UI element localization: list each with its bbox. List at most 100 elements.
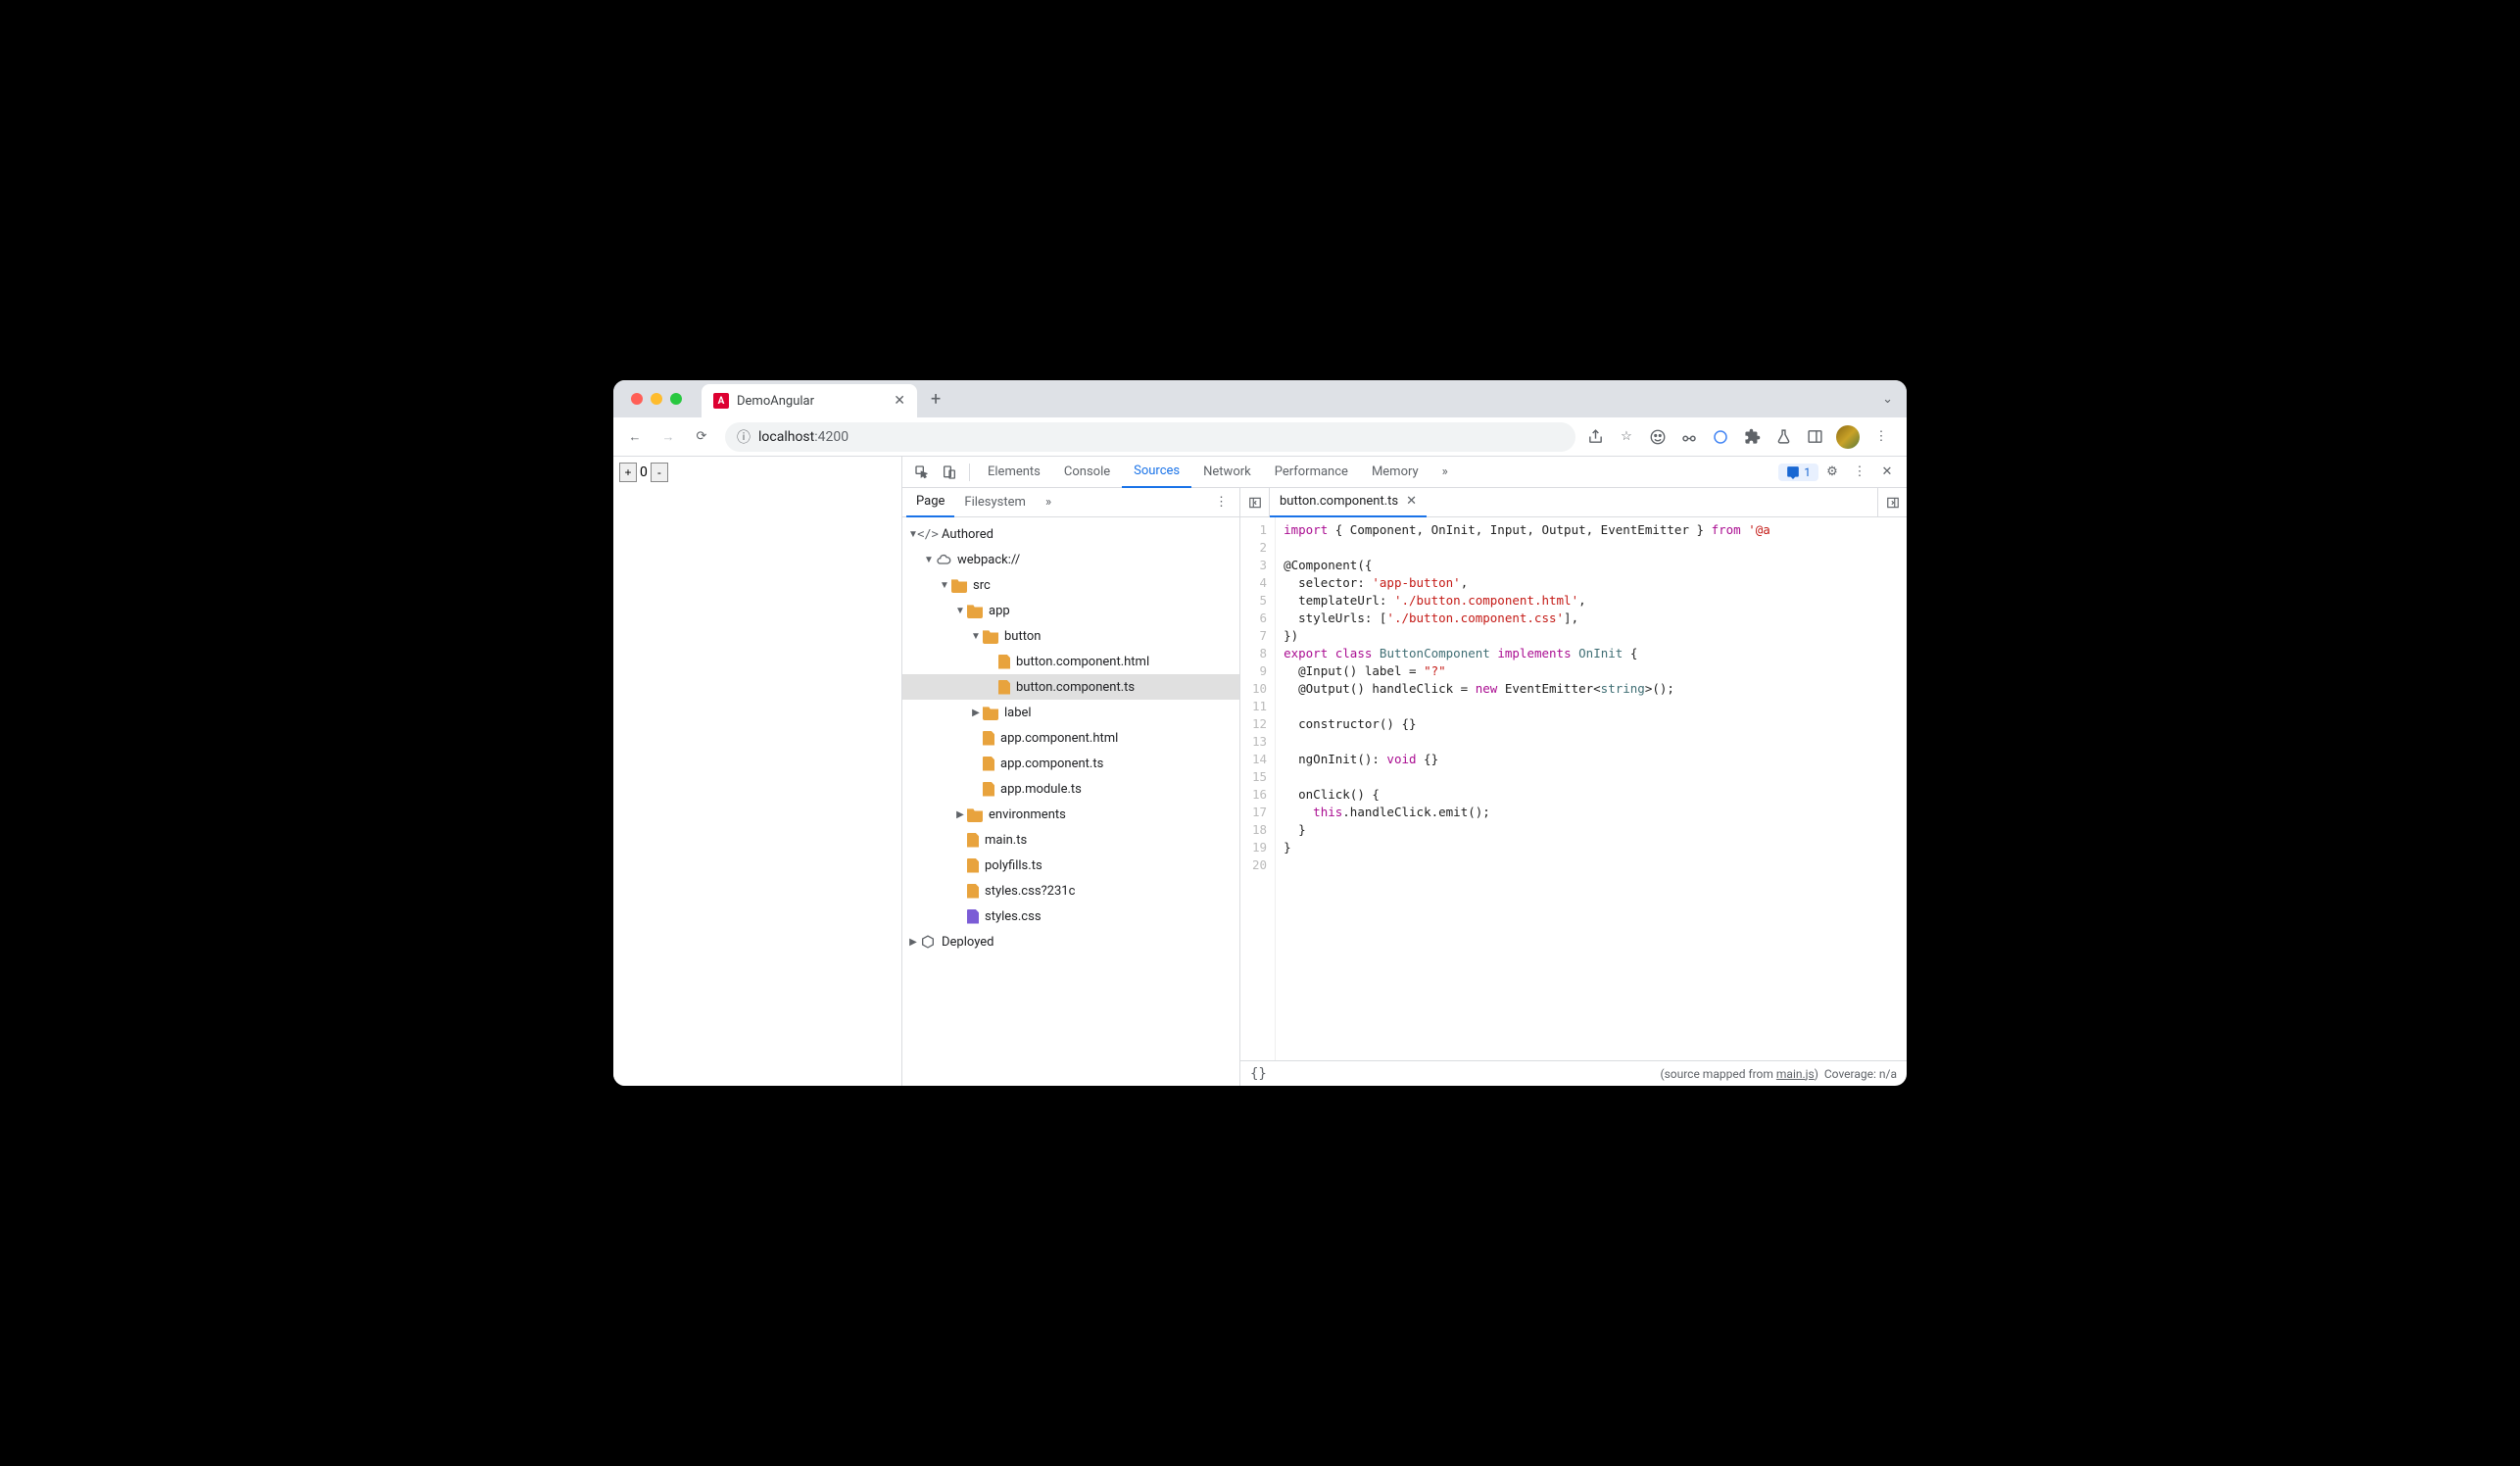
extension-glasses-icon[interactable] — [1679, 427, 1699, 447]
file-icon — [967, 884, 979, 899]
titlebar: A DemoAngular ✕ + ⌄ — [613, 380, 1907, 417]
url-input[interactable]: ⓘ localhost:4200 — [725, 422, 1575, 452]
issues-count: 1 — [1804, 465, 1811, 479]
browser-window: A DemoAngular ✕ + ⌄ ← → ⟳ ⓘ localhost:42… — [613, 380, 1907, 1086]
minimize-window-icon[interactable] — [651, 393, 662, 405]
tab-memory[interactable]: Memory — [1360, 457, 1430, 488]
tabs-dropdown-icon[interactable]: ⌄ — [1882, 392, 1893, 407]
extension-webhint-icon[interactable] — [1711, 427, 1730, 447]
file-icon — [983, 782, 994, 797]
back-button[interactable]: ← — [621, 423, 649, 451]
inspect-element-icon[interactable] — [908, 464, 936, 480]
tabs-overflow-icon[interactable]: » — [1430, 457, 1460, 488]
tree-polyfills[interactable]: polyfills.ts — [902, 853, 1239, 878]
increment-button[interactable]: + — [619, 463, 637, 482]
close-editor-tab-icon[interactable]: ✕ — [1406, 494, 1417, 509]
navigator-overflow-icon[interactable]: » — [1040, 495, 1057, 510]
file-icon — [967, 833, 979, 848]
close-tab-icon[interactable]: ✕ — [894, 393, 905, 409]
devtools-menu-icon[interactable]: ⋮ — [1846, 464, 1873, 479]
settings-icon[interactable]: ⚙ — [1818, 464, 1846, 479]
tree-button-ts[interactable]: button.component.ts — [902, 674, 1239, 700]
profile-avatar[interactable] — [1836, 425, 1860, 449]
navigator-tab-filesystem[interactable]: Filesystem — [954, 488, 1036, 517]
url-text: localhost:4200 — [758, 429, 848, 445]
code-editor[interactable]: 1234567891011121314151617181920 import {… — [1240, 517, 1907, 1060]
rendered-page: + 0 - — [613, 457, 902, 1086]
share-icon[interactable] — [1585, 427, 1605, 447]
bookmark-icon[interactable]: ☆ — [1617, 427, 1636, 447]
tree-button-html[interactable]: button.component.html — [902, 649, 1239, 674]
tree-styles[interactable]: styles.css — [902, 904, 1239, 929]
extension-incognito-icon[interactable] — [1648, 427, 1668, 447]
toggle-navigator-icon[interactable] — [1240, 488, 1270, 516]
editor-tab[interactable]: button.component.ts ✕ — [1270, 488, 1427, 517]
tree-deployed[interactable]: ▶Deployed — [902, 929, 1239, 954]
coverage-label: Coverage: n/a — [1824, 1067, 1897, 1081]
counter-value: 0 — [639, 464, 649, 480]
decrement-button[interactable]: - — [651, 463, 668, 482]
tab-performance[interactable]: Performance — [1263, 457, 1360, 488]
folder-icon — [983, 705, 998, 720]
file-icon — [967, 858, 979, 873]
tree-src[interactable]: ▼src — [902, 572, 1239, 598]
file-icon — [998, 680, 1010, 695]
file-icon — [967, 909, 979, 924]
device-toolbar-icon[interactable] — [936, 464, 963, 480]
navigator-tabs: Page Filesystem » ⋮ — [902, 488, 1239, 517]
devtools-body: Page Filesystem » ⋮ ▼</>Authored ▼webpac… — [902, 488, 1907, 1086]
tab-elements[interactable]: Elements — [976, 457, 1052, 488]
browser-tab[interactable]: A DemoAngular ✕ — [702, 384, 917, 417]
extension-panel-icon[interactable] — [1805, 427, 1824, 447]
separator — [969, 464, 970, 481]
source-map-link[interactable]: main.js — [1776, 1067, 1815, 1081]
issues-button[interactable]: 1 — [1778, 464, 1818, 481]
devtools-tabbar: Elements Console Sources Network Perform… — [902, 457, 1907, 488]
navigator-menu-icon[interactable]: ⋮ — [1207, 495, 1236, 510]
tree-app[interactable]: ▼app — [902, 598, 1239, 623]
code-content[interactable]: import { Component, OnInit, Input, Outpu… — [1276, 517, 1778, 1060]
file-icon — [998, 655, 1010, 669]
tree-app-module[interactable]: app.module.ts — [902, 776, 1239, 802]
tab-sources[interactable]: Sources — [1122, 457, 1191, 488]
cloud-icon — [936, 552, 951, 567]
extensions-icon[interactable] — [1742, 427, 1762, 447]
toggle-debugger-icon[interactable] — [1877, 488, 1907, 516]
file-icon — [983, 757, 994, 771]
address-bar: ← → ⟳ ⓘ localhost:4200 ☆ ⋮ — [613, 417, 1907, 457]
tree-app-html[interactable]: app.component.html — [902, 725, 1239, 751]
tree-webpack[interactable]: ▼webpack:// — [902, 547, 1239, 572]
tree-app-ts[interactable]: app.component.ts — [902, 751, 1239, 776]
maximize-window-icon[interactable] — [670, 393, 682, 405]
folder-icon — [951, 577, 967, 593]
close-devtools-icon[interactable]: ✕ — [1873, 464, 1901, 479]
tree-button-folder[interactable]: ▼button — [902, 623, 1239, 649]
sources-navigator: Page Filesystem » ⋮ ▼</>Authored ▼webpac… — [902, 488, 1240, 1086]
counter-widget: + 0 - — [619, 463, 896, 482]
new-tab-button[interactable]: + — [917, 389, 954, 410]
devtools-panel: Elements Console Sources Network Perform… — [902, 457, 1907, 1086]
forward-button[interactable]: → — [654, 423, 682, 451]
reload-button[interactable]: ⟳ — [688, 423, 715, 451]
tree-styles-q[interactable]: styles.css?231c — [902, 878, 1239, 904]
close-window-icon[interactable] — [631, 393, 643, 405]
extension-labs-icon[interactable] — [1773, 427, 1793, 447]
content-area: + 0 - Elements Console Sources Network P… — [613, 457, 1907, 1086]
folder-icon — [983, 628, 998, 644]
tree-authored[interactable]: ▼</>Authored — [902, 521, 1239, 547]
navigator-tab-page[interactable]: Page — [906, 488, 954, 517]
tree-label-folder[interactable]: ▶label — [902, 700, 1239, 725]
site-info-icon[interactable]: ⓘ — [737, 427, 751, 447]
tree-main[interactable]: main.ts — [902, 827, 1239, 853]
folder-icon — [967, 603, 983, 618]
folder-icon — [967, 806, 983, 822]
tab-title: DemoAngular — [737, 394, 886, 409]
tree-environments[interactable]: ▶environments — [902, 802, 1239, 827]
chrome-menu-icon[interactable]: ⋮ — [1871, 427, 1891, 447]
tab-console[interactable]: Console — [1052, 457, 1122, 488]
format-button[interactable]: {} — [1250, 1066, 1267, 1082]
editor-statusbar: {} (source mapped from main.js) Coverage… — [1240, 1060, 1907, 1086]
tab-network[interactable]: Network — [1191, 457, 1263, 488]
code-icon: </> — [920, 526, 936, 542]
line-gutter: 1234567891011121314151617181920 — [1240, 517, 1276, 1060]
